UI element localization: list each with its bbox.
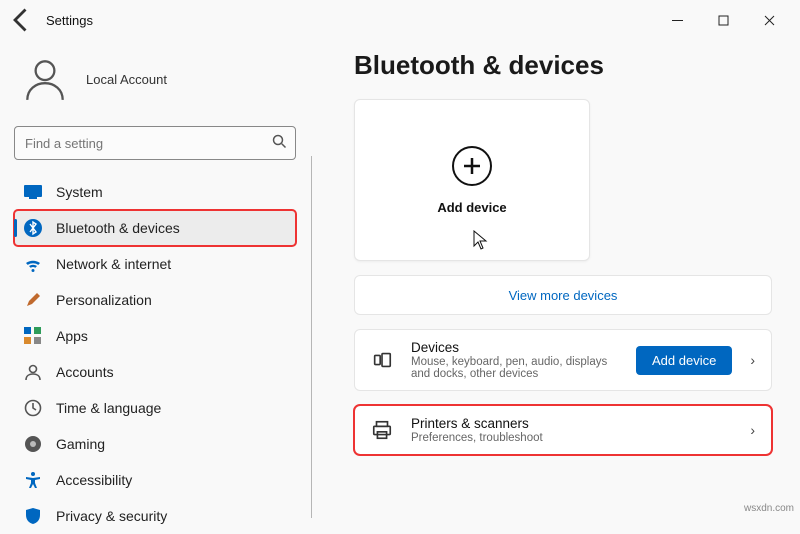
brush-icon	[24, 291, 42, 309]
wifi-icon	[24, 255, 42, 273]
watermark: wsxdn.com	[744, 503, 794, 514]
main-panel: Bluetooth & devices Add device View more…	[312, 40, 800, 518]
plus-icon	[452, 146, 492, 186]
account-name: Local Account	[86, 72, 167, 87]
nav-label: Accounts	[56, 364, 114, 380]
printer-icon	[369, 417, 395, 443]
nav-privacy[interactable]: Privacy & security	[14, 498, 296, 534]
row-subtitle: Mouse, keyboard, pen, audio, displays an…	[411, 356, 620, 380]
search-input[interactable]	[14, 126, 296, 160]
nav-label: Time & language	[56, 400, 161, 416]
window-title: Settings	[46, 13, 93, 28]
search-field[interactable]	[14, 126, 296, 160]
row-title: Printers & scanners	[411, 416, 732, 431]
sidebar: Local Account System Bluetooth & devices…	[0, 40, 312, 518]
nav-accounts[interactable]: Accounts	[14, 354, 296, 390]
nav-label: Network & internet	[56, 256, 171, 272]
maximize-button[interactable]	[700, 4, 746, 36]
nav-personalization[interactable]: Personalization	[14, 282, 296, 318]
nav-label: Bluetooth & devices	[56, 220, 180, 236]
accounts-icon	[24, 363, 42, 381]
add-device-button[interactable]: Add device	[636, 346, 732, 375]
account-block[interactable]: Local Account	[20, 54, 312, 104]
system-icon	[24, 183, 42, 201]
devices-icon	[369, 347, 395, 373]
close-button[interactable]	[746, 4, 792, 36]
row-subtitle: Preferences, troubleshoot	[411, 432, 732, 444]
gaming-icon	[24, 435, 42, 453]
shield-icon	[24, 507, 42, 525]
nav-label: Apps	[56, 328, 88, 344]
cursor-icon	[473, 230, 488, 255]
nav-system[interactable]: System	[14, 174, 296, 210]
view-more-label: View more devices	[509, 288, 618, 303]
bluetooth-icon	[24, 219, 42, 237]
nav-accessibility[interactable]: Accessibility	[14, 462, 296, 498]
search-icon	[272, 134, 287, 154]
view-more-devices[interactable]: View more devices	[354, 275, 772, 315]
nav-label: System	[56, 184, 103, 200]
add-device-label: Add device	[437, 200, 506, 215]
add-device-tile[interactable]: Add device	[354, 99, 590, 261]
row-printers-scanners[interactable]: Printers & scanners Preferences, trouble…	[354, 405, 772, 455]
chevron-right-icon: ›	[748, 422, 757, 438]
nav-apps[interactable]: Apps	[14, 318, 296, 354]
nav-label: Personalization	[56, 292, 152, 308]
page-title: Bluetooth & devices	[354, 50, 772, 81]
clock-icon	[24, 399, 42, 417]
chevron-right-icon: ›	[748, 352, 757, 368]
accessibility-icon	[24, 471, 42, 489]
row-title: Devices	[411, 340, 620, 355]
nav-label: Privacy & security	[56, 508, 167, 524]
titlebar: Settings	[0, 0, 800, 40]
nav-label: Accessibility	[56, 472, 132, 488]
nav-bluetooth-devices[interactable]: Bluetooth & devices	[14, 210, 296, 246]
nav-gaming[interactable]: Gaming	[14, 426, 296, 462]
nav-label: Gaming	[56, 436, 105, 452]
minimize-button[interactable]	[654, 4, 700, 36]
nav-time-language[interactable]: Time & language	[14, 390, 296, 426]
avatar-icon	[20, 54, 70, 104]
back-button[interactable]	[8, 6, 36, 34]
row-devices[interactable]: Devices Mouse, keyboard, pen, audio, dis…	[354, 329, 772, 391]
nav-network[interactable]: Network & internet	[14, 246, 296, 282]
nav-list: System Bluetooth & devices Network & int…	[14, 174, 296, 534]
apps-icon	[24, 327, 42, 345]
